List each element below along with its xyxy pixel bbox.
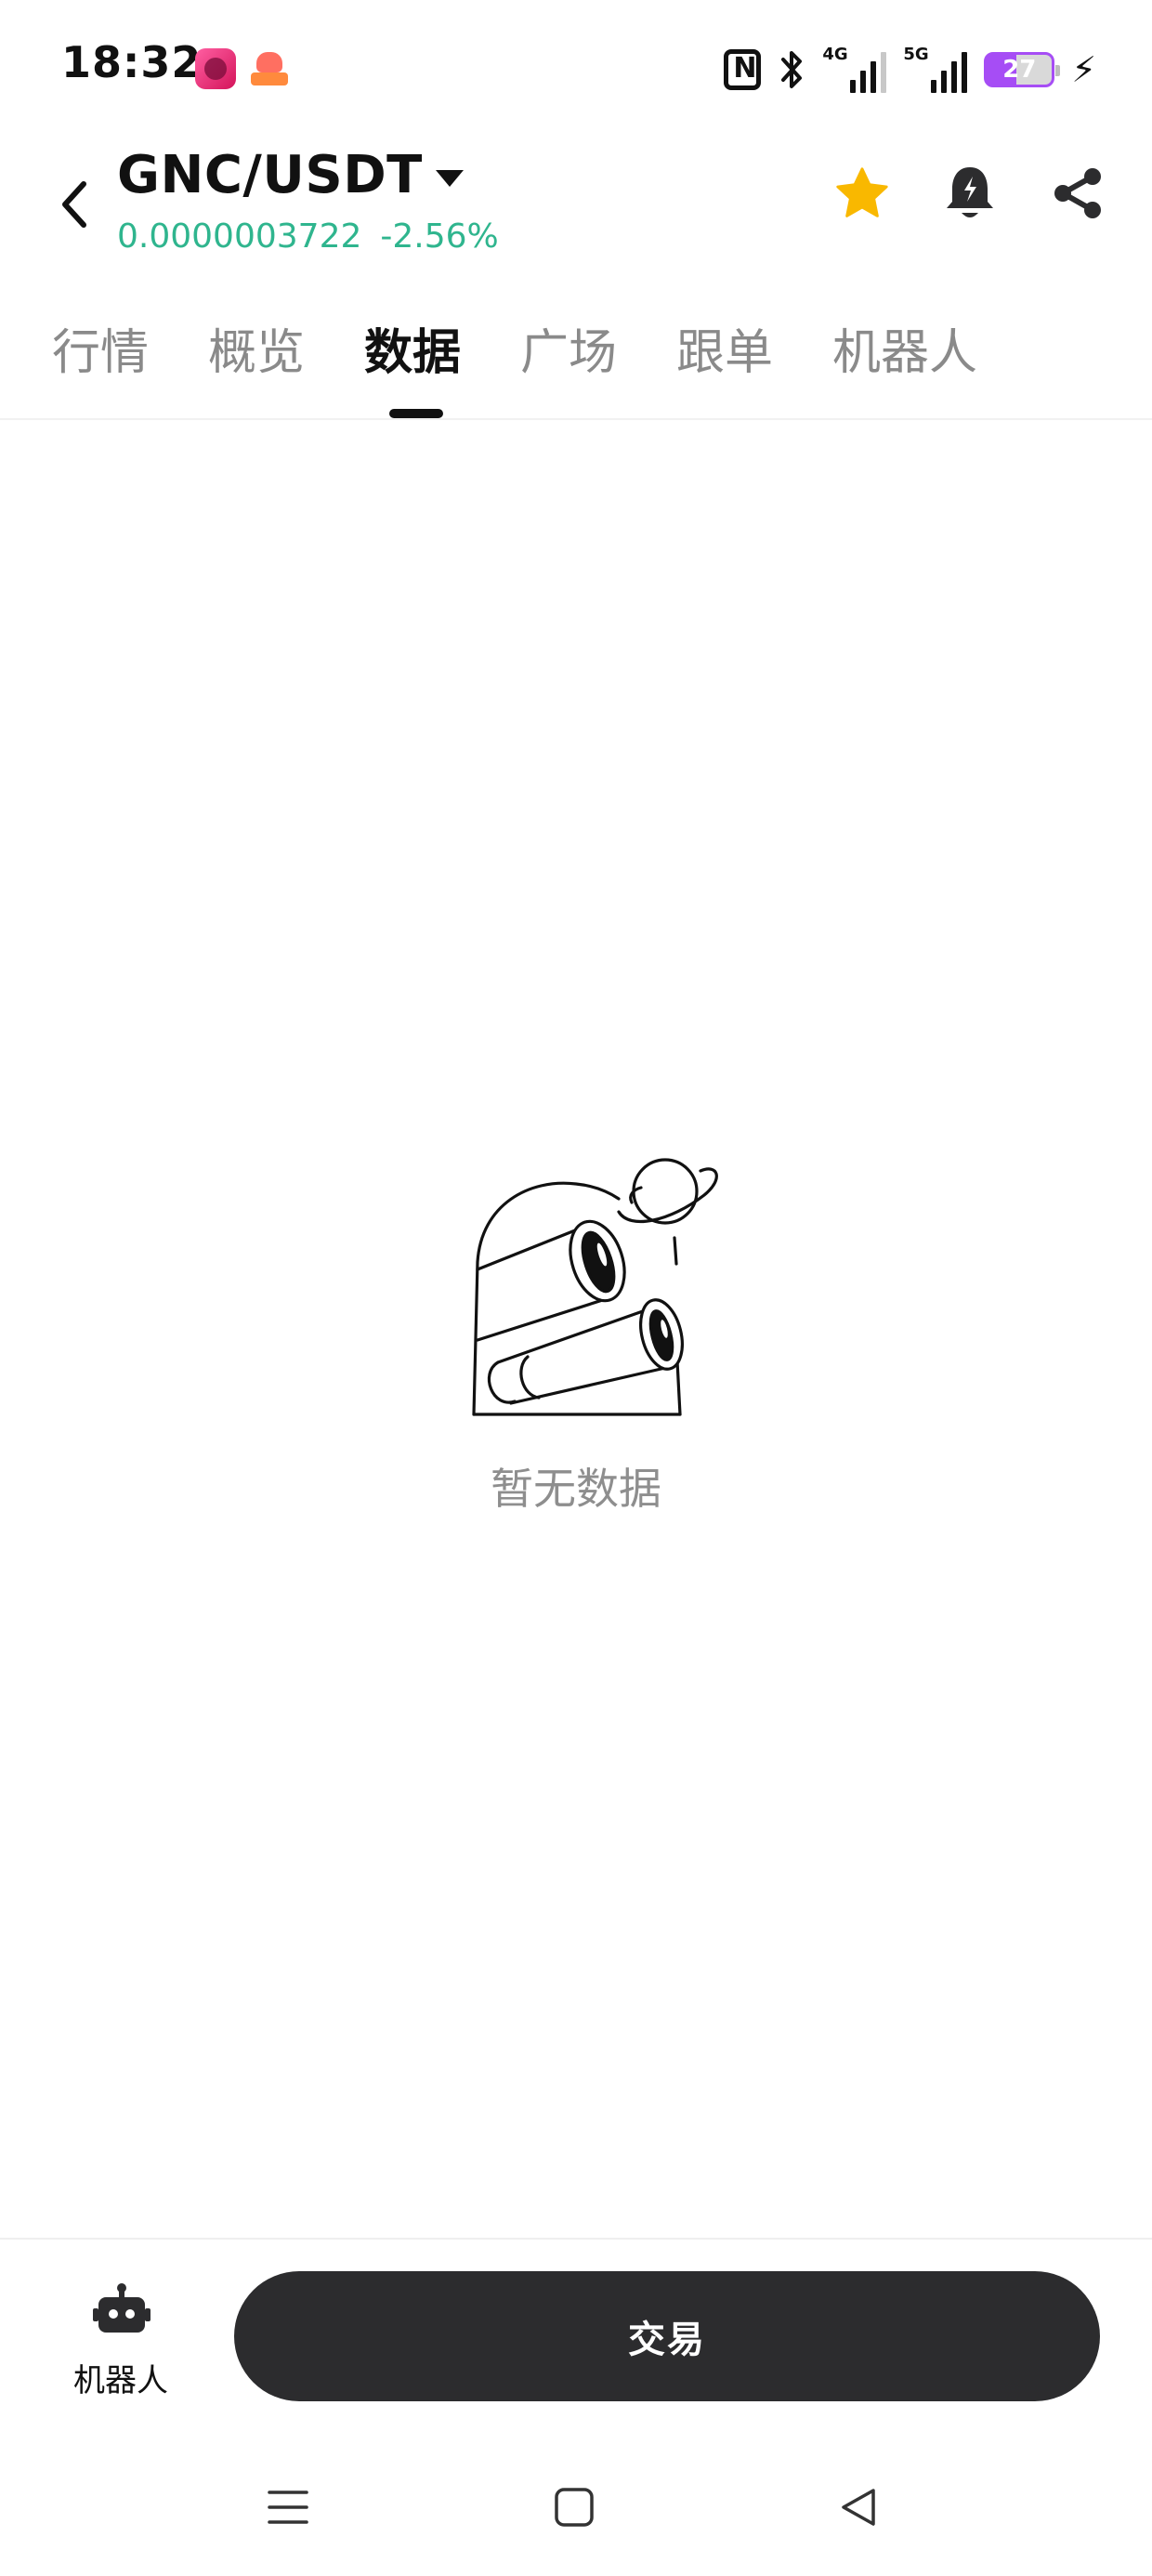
last-price: 0.0000003722 xyxy=(117,217,362,256)
tab-data[interactable]: 数据 xyxy=(364,316,461,409)
favorite-button[interactable] xyxy=(834,165,890,221)
signal-4g-label: 4G xyxy=(822,45,848,64)
battery-icon: 27 xyxy=(984,52,1061,87)
battery-level: 27 xyxy=(1002,56,1037,84)
tab-bar: 行情 概览 数据 广场 跟单 机器人 xyxy=(0,316,1152,420)
trade-button[interactable]: 交易 xyxy=(234,2271,1100,2401)
menu-icon xyxy=(268,2491,308,2524)
home-icon xyxy=(555,2488,594,2527)
system-home-button[interactable] xyxy=(537,2470,611,2544)
price-line: 0.0000003722 -2.56% xyxy=(117,217,499,256)
header-actions xyxy=(834,165,1106,221)
price-alert-button[interactable] xyxy=(942,165,998,221)
trading-bot-button[interactable]: 机器人 xyxy=(56,2277,186,2399)
tab-square[interactable]: 广场 xyxy=(520,316,617,409)
nfc-icon xyxy=(724,49,762,90)
app-icon-1 xyxy=(195,48,236,89)
price-change: -2.56% xyxy=(380,217,499,256)
pair-name: GNC/USDT xyxy=(117,145,423,205)
tab-overview[interactable]: 概览 xyxy=(208,316,305,409)
chevron-left-icon xyxy=(62,181,86,228)
status-time: 18:32 xyxy=(61,37,203,87)
price-alert-bell-icon xyxy=(947,167,993,217)
caret-down-icon xyxy=(435,169,464,187)
status-bar: 18:32 4G 5G 27 ⚡ xyxy=(0,0,1152,139)
signal-5g-icon: 5G xyxy=(903,45,968,93)
active-tab-indicator xyxy=(389,409,443,418)
charging-icon: ⚡ xyxy=(1071,49,1096,90)
pair-selector[interactable]: GNC/USDT xyxy=(117,145,464,205)
favorite-star-icon xyxy=(836,167,888,217)
trading-bot-label: 机器人 xyxy=(73,2362,168,2399)
app-icon-2 xyxy=(249,48,290,89)
empty-state-text: 暂无数据 xyxy=(491,1464,661,1514)
system-navigation-bar xyxy=(0,2437,1152,2576)
system-menu-button[interactable] xyxy=(251,2470,325,2544)
binoculars-planet-illustration xyxy=(472,1158,718,1416)
back-button[interactable] xyxy=(46,167,102,242)
share-button[interactable] xyxy=(1050,165,1106,221)
share-icon xyxy=(1054,168,1101,218)
tab-copy-trading[interactable]: 跟单 xyxy=(676,316,773,409)
tab-market[interactable]: 行情 xyxy=(52,316,149,409)
pair-header: GNC/USDT 0.0000003722 -2.56% xyxy=(0,139,1152,279)
bluetooth-icon xyxy=(781,51,803,88)
signal-5g-label: 5G xyxy=(903,45,929,64)
system-back-button[interactable] xyxy=(821,2470,896,2544)
status-icons: 4G 5G 27 ⚡ xyxy=(724,45,1096,95)
signal-4g-icon: 4G xyxy=(822,45,887,93)
bottom-action-bar: 机器人 交易 xyxy=(0,2238,1152,2414)
tab-bots[interactable]: 机器人 xyxy=(832,316,977,409)
robot-icon xyxy=(93,2283,151,2333)
back-triangle-icon xyxy=(842,2489,875,2526)
